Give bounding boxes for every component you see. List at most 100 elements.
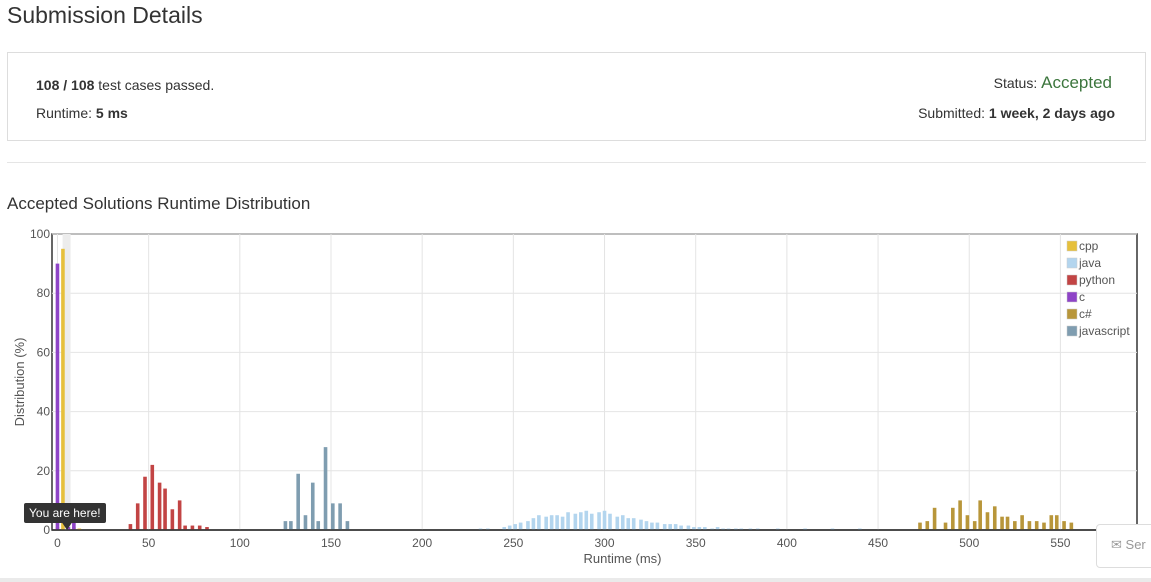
legend-swatch-python[interactable] [1066, 274, 1078, 286]
bar-java[interactable] [668, 524, 672, 530]
bar-javascript[interactable] [283, 521, 288, 530]
bar-java[interactable] [602, 510, 607, 530]
bar-java[interactable] [531, 518, 536, 530]
bar-csharp[interactable] [1020, 515, 1024, 530]
bar-java[interactable] [555, 515, 559, 530]
bar-java[interactable] [662, 524, 667, 530]
bar-csharp[interactable] [972, 521, 977, 530]
bar-java[interactable] [513, 524, 517, 530]
bar-javascript[interactable] [303, 515, 308, 530]
x-tick-label: 350 [686, 536, 706, 550]
bar-java[interactable] [620, 515, 625, 530]
send-feedback-button[interactable]: ✉ Ser [1096, 524, 1151, 568]
bar-csharp[interactable] [1042, 522, 1046, 530]
bar-csharp[interactable] [965, 515, 970, 530]
bar-csharp[interactable] [978, 500, 982, 530]
bar-java[interactable] [560, 516, 565, 530]
bar-javascript[interactable] [345, 521, 350, 530]
bar-java[interactable] [579, 512, 583, 530]
bar-cpp[interactable] [61, 248, 65, 531]
bar-java[interactable] [573, 513, 578, 530]
bar-csharp[interactable] [985, 512, 990, 530]
bar-csharp[interactable] [958, 500, 962, 530]
x-tick-label: 550 [1050, 536, 1070, 550]
bar-csharp[interactable] [1049, 515, 1054, 530]
bar-java[interactable] [544, 516, 548, 530]
bar-python[interactable] [163, 488, 167, 530]
bar-javascript[interactable] [316, 521, 321, 530]
bar-csharp[interactable] [1062, 521, 1066, 530]
legend-swatch-cpp[interactable] [1066, 240, 1078, 252]
bar-csharp[interactable] [1054, 515, 1059, 530]
bar-c[interactable] [55, 263, 60, 530]
bar-csharp[interactable] [1027, 521, 1032, 530]
chart-svg[interactable]: 0 50 100 150 200 250 300 350 400 450 500 550 0 20 40 60… [0, 224, 1151, 582]
bar-java[interactable] [631, 518, 636, 530]
bar-javascript[interactable] [323, 447, 328, 530]
submitted-line: Submitted: 1 week, 2 days ago [918, 105, 1115, 121]
page-title: Submission Details [7, 2, 203, 28]
bar-java[interactable] [644, 521, 649, 530]
bar-python[interactable] [157, 482, 162, 530]
bar-javascript[interactable] [289, 521, 293, 530]
bar-java[interactable] [673, 524, 678, 530]
legend-label-javascript[interactable]: javascript [1078, 324, 1130, 338]
bar-java[interactable] [639, 519, 643, 530]
runtime-line: Runtime: 5 ms [36, 105, 128, 121]
y-tick-label: 60 [37, 345, 51, 359]
bar-csharp[interactable] [918, 522, 922, 530]
bar-java[interactable] [615, 516, 620, 530]
bar-java[interactable] [589, 513, 594, 530]
bar-java[interactable] [526, 521, 530, 530]
bar-java[interactable] [655, 522, 660, 530]
legend-swatch-csharp[interactable] [1066, 308, 1078, 320]
legend-label-python[interactable]: python [1079, 273, 1115, 287]
section-title: Accepted Solutions Runtime Distribution [7, 194, 311, 213]
bar-java[interactable] [626, 518, 631, 530]
bar-javascript[interactable] [296, 473, 300, 530]
bar-csharp[interactable] [1000, 516, 1004, 530]
x-tick-label: 500 [959, 536, 979, 550]
bar-java[interactable] [549, 515, 554, 530]
bar-csharp[interactable] [925, 521, 930, 530]
legend-label-c[interactable]: c [1079, 290, 1085, 304]
bar-java[interactable] [597, 512, 601, 530]
x-tick-label: 0 [54, 536, 61, 550]
bar-java[interactable] [566, 512, 570, 530]
bar-csharp[interactable] [1069, 522, 1074, 530]
bar-csharp[interactable] [943, 522, 948, 530]
runtime-distribution-chart[interactable]: 0 50 100 150 200 250 300 350 400 450 500 550 0 20 40 60… [0, 224, 1151, 582]
legend-label-csharp[interactable]: c# [1079, 307, 1092, 321]
bar-csharp[interactable] [932, 507, 937, 530]
bar-csharp[interactable] [1034, 521, 1039, 530]
bar-java[interactable] [584, 510, 589, 530]
legend-label-cpp[interactable]: cpp [1079, 239, 1099, 253]
bar-csharp[interactable] [1005, 516, 1010, 530]
legend-swatch-java[interactable] [1066, 257, 1078, 269]
send-button-label: Ser [1125, 537, 1146, 552]
x-axis-title: Runtime (ms) [583, 551, 661, 566]
bar-csharp[interactable] [992, 506, 997, 530]
bar-python[interactable] [143, 476, 147, 530]
bar-javascript[interactable] [338, 503, 342, 530]
status-line: Status: Accepted [994, 73, 1112, 93]
bottom-scrollbar[interactable] [0, 578, 1151, 582]
bar-python[interactable] [135, 503, 140, 530]
bar-javascript[interactable] [310, 482, 315, 530]
runtime-value: 5 ms [95, 105, 128, 121]
bar-csharp[interactable] [951, 507, 955, 530]
bar-java[interactable] [650, 522, 654, 530]
bar-python[interactable] [170, 509, 175, 530]
bar-javascript[interactable] [331, 503, 335, 530]
legend-label-java[interactable]: java [1078, 256, 1101, 270]
bar-csharp[interactable] [1013, 521, 1017, 530]
bar-python[interactable] [177, 500, 182, 530]
bar-java[interactable] [537, 515, 541, 530]
bar-python[interactable] [150, 464, 155, 530]
legend-swatch-c[interactable] [1066, 291, 1078, 303]
bar-python[interactable] [128, 524, 133, 530]
bar-java[interactable] [608, 513, 612, 530]
submitted-label: Submitted: [918, 105, 986, 121]
legend-swatch-javascript[interactable] [1066, 325, 1078, 337]
bar-java[interactable] [518, 522, 523, 530]
